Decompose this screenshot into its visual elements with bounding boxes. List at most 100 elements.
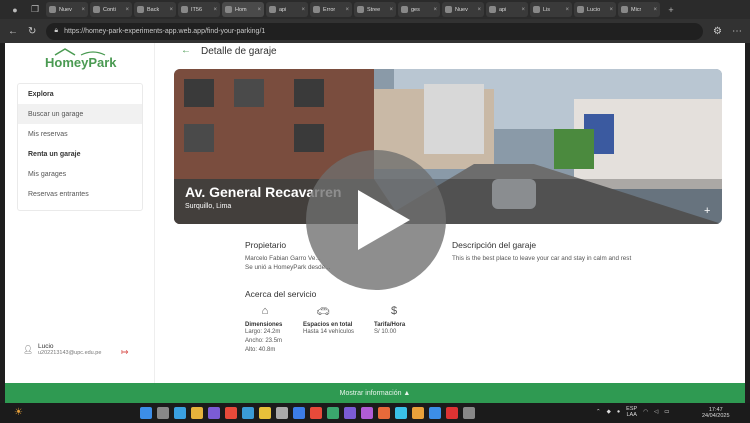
tab-close-icon[interactable]: × bbox=[389, 7, 393, 13]
new-tab-icon[interactable]: + bbox=[662, 3, 680, 17]
expand-icon[interactable]: + bbox=[704, 205, 710, 217]
video-play-button[interactable] bbox=[306, 150, 446, 290]
tab-close-icon[interactable]: × bbox=[169, 7, 173, 13]
tab-favicon-icon bbox=[357, 6, 364, 13]
clock[interactable]: 17:47 24/04/2025 bbox=[702, 407, 730, 419]
show-info-button[interactable]: Mostrar información ▲ bbox=[5, 383, 745, 403]
battery-icon[interactable]: ▭ bbox=[664, 409, 669, 415]
browser-tab[interactable]: Back × bbox=[134, 2, 176, 17]
misc-icon[interactable] bbox=[463, 407, 475, 419]
weather-icon[interactable]: ☀ bbox=[14, 407, 23, 418]
sidebar-item[interactable]: Mis garages bbox=[18, 164, 142, 184]
browser-tab[interactable]: Lis × bbox=[530, 2, 572, 17]
tab-close-icon[interactable]: × bbox=[345, 7, 349, 13]
service-item: $ Tarifa/Hora S/ 10.00 bbox=[374, 305, 444, 337]
tab-favicon-icon bbox=[445, 6, 452, 13]
tab-label: api bbox=[279, 6, 287, 13]
chrome-icon[interactable] bbox=[310, 407, 322, 419]
system-tray: ⌃ ◆ ● ESP LAA ◠ ◁ ▭ bbox=[596, 406, 669, 418]
service-heading: Acerca del servicio bbox=[245, 289, 317, 299]
edge-icon[interactable] bbox=[293, 407, 305, 419]
tab-close-icon[interactable]: × bbox=[521, 7, 525, 13]
mail-icon[interactable] bbox=[242, 407, 254, 419]
browser-tab[interactable]: Error × bbox=[310, 2, 352, 17]
browser-tab[interactable]: Nuev × bbox=[46, 2, 88, 17]
tab-label: Lucio bbox=[587, 6, 601, 13]
extensions-icon[interactable]: ⚙ bbox=[713, 26, 722, 37]
start-icon[interactable] bbox=[140, 407, 152, 419]
store-icon[interactable] bbox=[327, 407, 339, 419]
sidebar-item[interactable]: Mis reservas bbox=[18, 124, 142, 144]
tab-favicon-icon bbox=[181, 6, 188, 13]
tab-favicon-icon bbox=[621, 6, 628, 13]
tab-favicon-icon bbox=[137, 6, 144, 13]
service-value: S/ 10.00 bbox=[374, 329, 397, 335]
logo-text: HomeyPark bbox=[45, 55, 117, 70]
search-icon[interactable] bbox=[157, 407, 169, 419]
browser-tab[interactable]: Hom × bbox=[222, 2, 264, 17]
browser-tab[interactable]: api × bbox=[266, 2, 308, 17]
folder-icon[interactable] bbox=[259, 407, 271, 419]
explorer-icon[interactable] bbox=[174, 407, 186, 419]
url-field[interactable]: 🔒︎ https://homey-park-experiments-app.we… bbox=[46, 22, 704, 40]
back-icon[interactable]: ← bbox=[8, 26, 18, 37]
user-name: Lucio bbox=[38, 343, 54, 350]
browser-tab[interactable]: Micr × bbox=[618, 2, 660, 17]
settings-icon[interactable] bbox=[276, 407, 288, 419]
browser-tab-strip: ● ❐ Nuev × Conti × Back × IT56 × Hom × api × Error × S… bbox=[0, 0, 750, 19]
tab-close-icon[interactable]: × bbox=[609, 7, 613, 13]
tab-actions-icon[interactable]: ❐ bbox=[26, 3, 44, 17]
vscode-icon[interactable] bbox=[395, 407, 407, 419]
terminal-icon[interactable] bbox=[412, 407, 424, 419]
tab-close-icon[interactable]: × bbox=[301, 7, 305, 13]
back-arrow-icon[interactable]: ← bbox=[181, 45, 191, 56]
language-sub-text: LAA bbox=[626, 412, 637, 418]
play-icon bbox=[358, 190, 410, 250]
git-icon[interactable] bbox=[378, 407, 390, 419]
browser-tab[interactable]: ges × bbox=[398, 2, 440, 17]
tab-close-icon[interactable]: × bbox=[433, 7, 437, 13]
sidebar-item[interactable]: Buscar un garage bbox=[18, 104, 142, 124]
garage-location: Surquillo, Lima bbox=[185, 203, 232, 210]
logout-icon[interactable]: ↦ bbox=[121, 347, 129, 358]
tab-close-icon[interactable]: × bbox=[653, 7, 657, 13]
word-icon[interactable] bbox=[429, 407, 441, 419]
lock-icon: 🔒︎ bbox=[54, 27, 59, 34]
browser-tab[interactable]: api × bbox=[486, 2, 528, 17]
tab-favicon-icon bbox=[49, 6, 56, 13]
youtube-icon[interactable] bbox=[225, 407, 237, 419]
chevron-up-icon[interactable]: ⌃ bbox=[596, 409, 601, 415]
tab-close-icon[interactable]: × bbox=[565, 7, 569, 13]
volume-icon[interactable]: ◁ bbox=[654, 409, 658, 415]
browser-tab[interactable]: Stree × bbox=[354, 2, 396, 17]
brave-icon[interactable] bbox=[446, 407, 458, 419]
tab-close-icon[interactable]: × bbox=[257, 7, 261, 13]
tray-app-icon[interactable]: ● bbox=[617, 409, 620, 415]
sidebar-item[interactable]: Reservas entrantes bbox=[18, 184, 142, 204]
garage-photo: Av. General Recavarren Surquillo, Lima + bbox=[174, 69, 722, 224]
browser-tab[interactable]: IT56 × bbox=[178, 2, 220, 17]
profile-icon[interactable]: ● bbox=[6, 3, 24, 17]
browser-tab[interactable]: Conti × bbox=[90, 2, 132, 17]
menu-icon[interactable]: ⋯ bbox=[732, 26, 742, 37]
user-email: u202213143@upc.edu.pe bbox=[38, 350, 102, 356]
browser-tab[interactable]: Nuev × bbox=[442, 2, 484, 17]
user-icon: 👤︎ bbox=[23, 345, 34, 354]
tab-label: Stree bbox=[367, 6, 381, 13]
reload-icon[interactable]: ↻ bbox=[28, 26, 36, 37]
wifi-icon[interactable]: ◠ bbox=[643, 409, 648, 415]
shield-icon[interactable]: ◆ bbox=[607, 409, 611, 415]
tab-label: Nuev bbox=[59, 6, 72, 13]
app-icon[interactable] bbox=[344, 407, 356, 419]
browser-tab[interactable]: Lucio × bbox=[574, 2, 616, 17]
tab-close-icon[interactable]: × bbox=[213, 7, 217, 13]
tab-close-icon[interactable]: × bbox=[477, 7, 481, 13]
discord-icon[interactable] bbox=[361, 407, 373, 419]
teams-icon[interactable] bbox=[208, 407, 220, 419]
tab-close-icon[interactable]: × bbox=[125, 7, 129, 13]
files-icon[interactable] bbox=[191, 407, 203, 419]
tab-close-icon[interactable]: × bbox=[81, 7, 85, 13]
tab-label: Conti bbox=[103, 6, 116, 13]
dollar-icon: $ bbox=[390, 305, 398, 317]
house-icon: ⌂ bbox=[261, 305, 269, 317]
